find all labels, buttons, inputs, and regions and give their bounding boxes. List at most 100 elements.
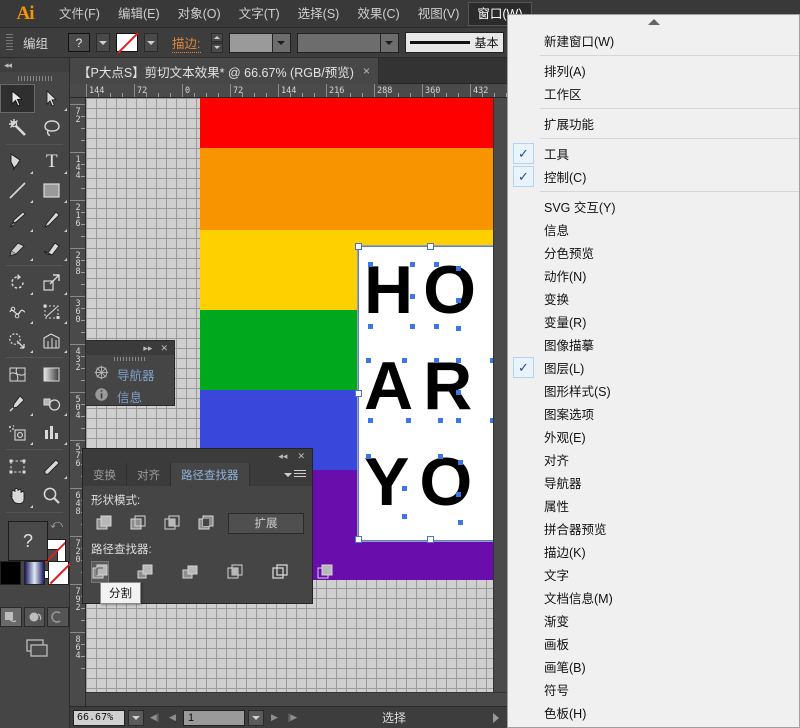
path-anchor-point[interactable] (456, 266, 461, 271)
screen-mode-button[interactable] (0, 637, 69, 659)
path-anchor-point[interactable] (368, 418, 373, 423)
blend-tool[interactable] (35, 389, 70, 418)
window-menu-item-11[interactable]: 变量(R) (508, 310, 799, 333)
pen-tool[interactable] (0, 147, 35, 176)
path-anchor-point[interactable] (410, 294, 415, 299)
pathfinder-tab-2[interactable]: 路径查找器 (171, 463, 250, 486)
window-menu-item-12[interactable]: 图像描摹 (508, 333, 799, 356)
last-artboard-button[interactable]: |▶ (285, 710, 300, 726)
menubar-item-1[interactable]: 编辑(E) (109, 2, 169, 26)
unite-button[interactable] (91, 512, 117, 534)
window-menu-item-23[interactable]: 文档信息(M) (508, 586, 799, 609)
menubar-item-5[interactable]: 效果(C) (348, 2, 408, 26)
symbol-sprayer-tool[interactable] (0, 418, 35, 447)
control-bar-grip[interactable] (6, 34, 13, 52)
window-menu-item-5[interactable]: ✓控制(C) (508, 165, 799, 188)
color-stripe-1[interactable] (200, 148, 503, 230)
window-menu-item-8[interactable]: 分色预览 (508, 241, 799, 264)
panel-menu-button[interactable] (284, 463, 312, 486)
menubar-item-0[interactable]: 文件(F) (50, 2, 109, 26)
menubar-item-6[interactable]: 视图(V) (409, 2, 469, 26)
brush-definition-combo[interactable]: 基本 (405, 32, 504, 53)
status-menu-button[interactable] (488, 710, 504, 726)
mesh-tool[interactable] (0, 360, 35, 389)
navigator-panel-item[interactable]: 导航器 (86, 363, 174, 385)
window-menu-item-9[interactable]: 动作(N) (508, 264, 799, 287)
rotate-tool[interactable] (0, 268, 35, 297)
next-artboard-button[interactable]: ▶ (267, 710, 282, 726)
window-menu-item-1[interactable]: 排列(A) (508, 59, 799, 82)
window-menu-item-6[interactable]: SVG 交互(Y) (508, 195, 799, 218)
window-menu-item-21[interactable]: 描边(K) (508, 540, 799, 563)
stroke-label[interactable]: 描边: (172, 33, 200, 53)
path-anchor-point[interactable] (402, 486, 407, 491)
artboard-tool[interactable] (0, 452, 35, 481)
expand-button[interactable]: 扩展 (228, 513, 304, 534)
horizontal-ruler[interactable]: 14472072144216288360432 (70, 84, 507, 98)
width-tool[interactable] (0, 297, 35, 326)
window-menu-item-15[interactable]: 图案选项 (508, 402, 799, 425)
column-graph-tool[interactable] (35, 418, 70, 447)
window-menu-item-14[interactable]: 图形样式(S) (508, 379, 799, 402)
path-anchor-point[interactable] (456, 418, 461, 423)
stroke-weight-stepper[interactable] (211, 33, 223, 53)
window-menu-item-28[interactable]: 色板(H) (508, 701, 799, 724)
lasso-tool[interactable] (35, 113, 70, 142)
window-menu-item-22[interactable]: 文字 (508, 563, 799, 586)
eraser-tool[interactable] (35, 234, 70, 263)
scale-tool[interactable] (35, 268, 70, 297)
slice-tool[interactable] (35, 452, 70, 481)
minus-front-button[interactable] (125, 512, 151, 534)
artboard-number-field[interactable]: 1 (183, 710, 245, 726)
document-tab[interactable]: 【P大点S】剪切文本效果* @ 66.67% (RGB/预览) × (70, 58, 379, 84)
pathfinder-tab-0[interactable]: 变换 (83, 463, 127, 486)
window-menu-item-18[interactable]: 导航器 (508, 471, 799, 494)
line-segment-tool[interactable] (0, 176, 35, 205)
path-anchor-point[interactable] (456, 390, 461, 395)
menubar-item-4[interactable]: 选择(S) (289, 2, 349, 26)
direct-selection-tool[interactable] (35, 84, 70, 113)
path-anchor-point[interactable] (438, 418, 443, 423)
path-anchor-point[interactable] (406, 418, 411, 423)
stroke-dropdown-arrow[interactable] (144, 33, 158, 52)
exclude-button[interactable] (193, 512, 219, 534)
window-menu-item-2[interactable]: 工作区 (508, 82, 799, 105)
window-menu-item-16[interactable]: 外观(E) (508, 425, 799, 448)
window-menu-item-20[interactable]: 拼合器预览 (508, 517, 799, 540)
menubar-item-2[interactable]: 对象(O) (169, 2, 230, 26)
window-menu-item-19[interactable]: 属性 (508, 494, 799, 517)
expand-panel-icon[interactable]: ▸▸ (143, 343, 152, 354)
trim-button[interactable] (136, 561, 154, 583)
tools-panel-header[interactable]: ◂◂ (0, 58, 69, 72)
none-mode-button[interactable] (48, 561, 69, 585)
path-anchor-point[interactable] (458, 460, 463, 465)
path-anchor-point[interactable] (434, 324, 439, 329)
merge-button[interactable] (181, 561, 199, 583)
window-menu-item-4[interactable]: ✓工具 (508, 142, 799, 165)
selection-tool[interactable] (0, 84, 35, 113)
close-panel-icon[interactable]: ✕ (297, 451, 305, 462)
draw-inside-button[interactable] (47, 607, 69, 627)
outline-button[interactable] (271, 561, 289, 583)
stroke-swatch-button[interactable] (116, 33, 138, 52)
pathfinder-tab-1[interactable]: 对齐 (127, 463, 171, 486)
divide-button[interactable] (91, 561, 109, 583)
window-menu-item-0[interactable]: 新建窗口(W) (508, 29, 799, 52)
blob-brush-tool[interactable] (0, 234, 35, 263)
window-menu-item-25[interactable]: 画板 (508, 632, 799, 655)
zoom-tool[interactable] (35, 481, 70, 510)
fill-dropdown-arrow[interactable] (96, 33, 110, 52)
artboard-dropdown-arrow[interactable] (248, 710, 264, 726)
navigator-panel-grip[interactable] (86, 355, 174, 363)
path-anchor-point[interactable] (434, 358, 439, 363)
scroll-up-icon[interactable] (508, 15, 799, 29)
magic-wand-tool[interactable] (0, 113, 35, 142)
rectangle-tool[interactable] (35, 176, 70, 205)
shape-builder-tool[interactable] (0, 326, 35, 355)
path-anchor-point[interactable] (456, 492, 461, 497)
menubar-item-3[interactable]: 文字(T) (230, 2, 289, 26)
window-menu-item-27[interactable]: 符号 (508, 678, 799, 701)
window-menu-item-26[interactable]: 画笔(B) (508, 655, 799, 678)
collapse-panel-icon[interactable]: ◂◂ (278, 451, 287, 462)
path-anchor-point[interactable] (368, 262, 373, 267)
